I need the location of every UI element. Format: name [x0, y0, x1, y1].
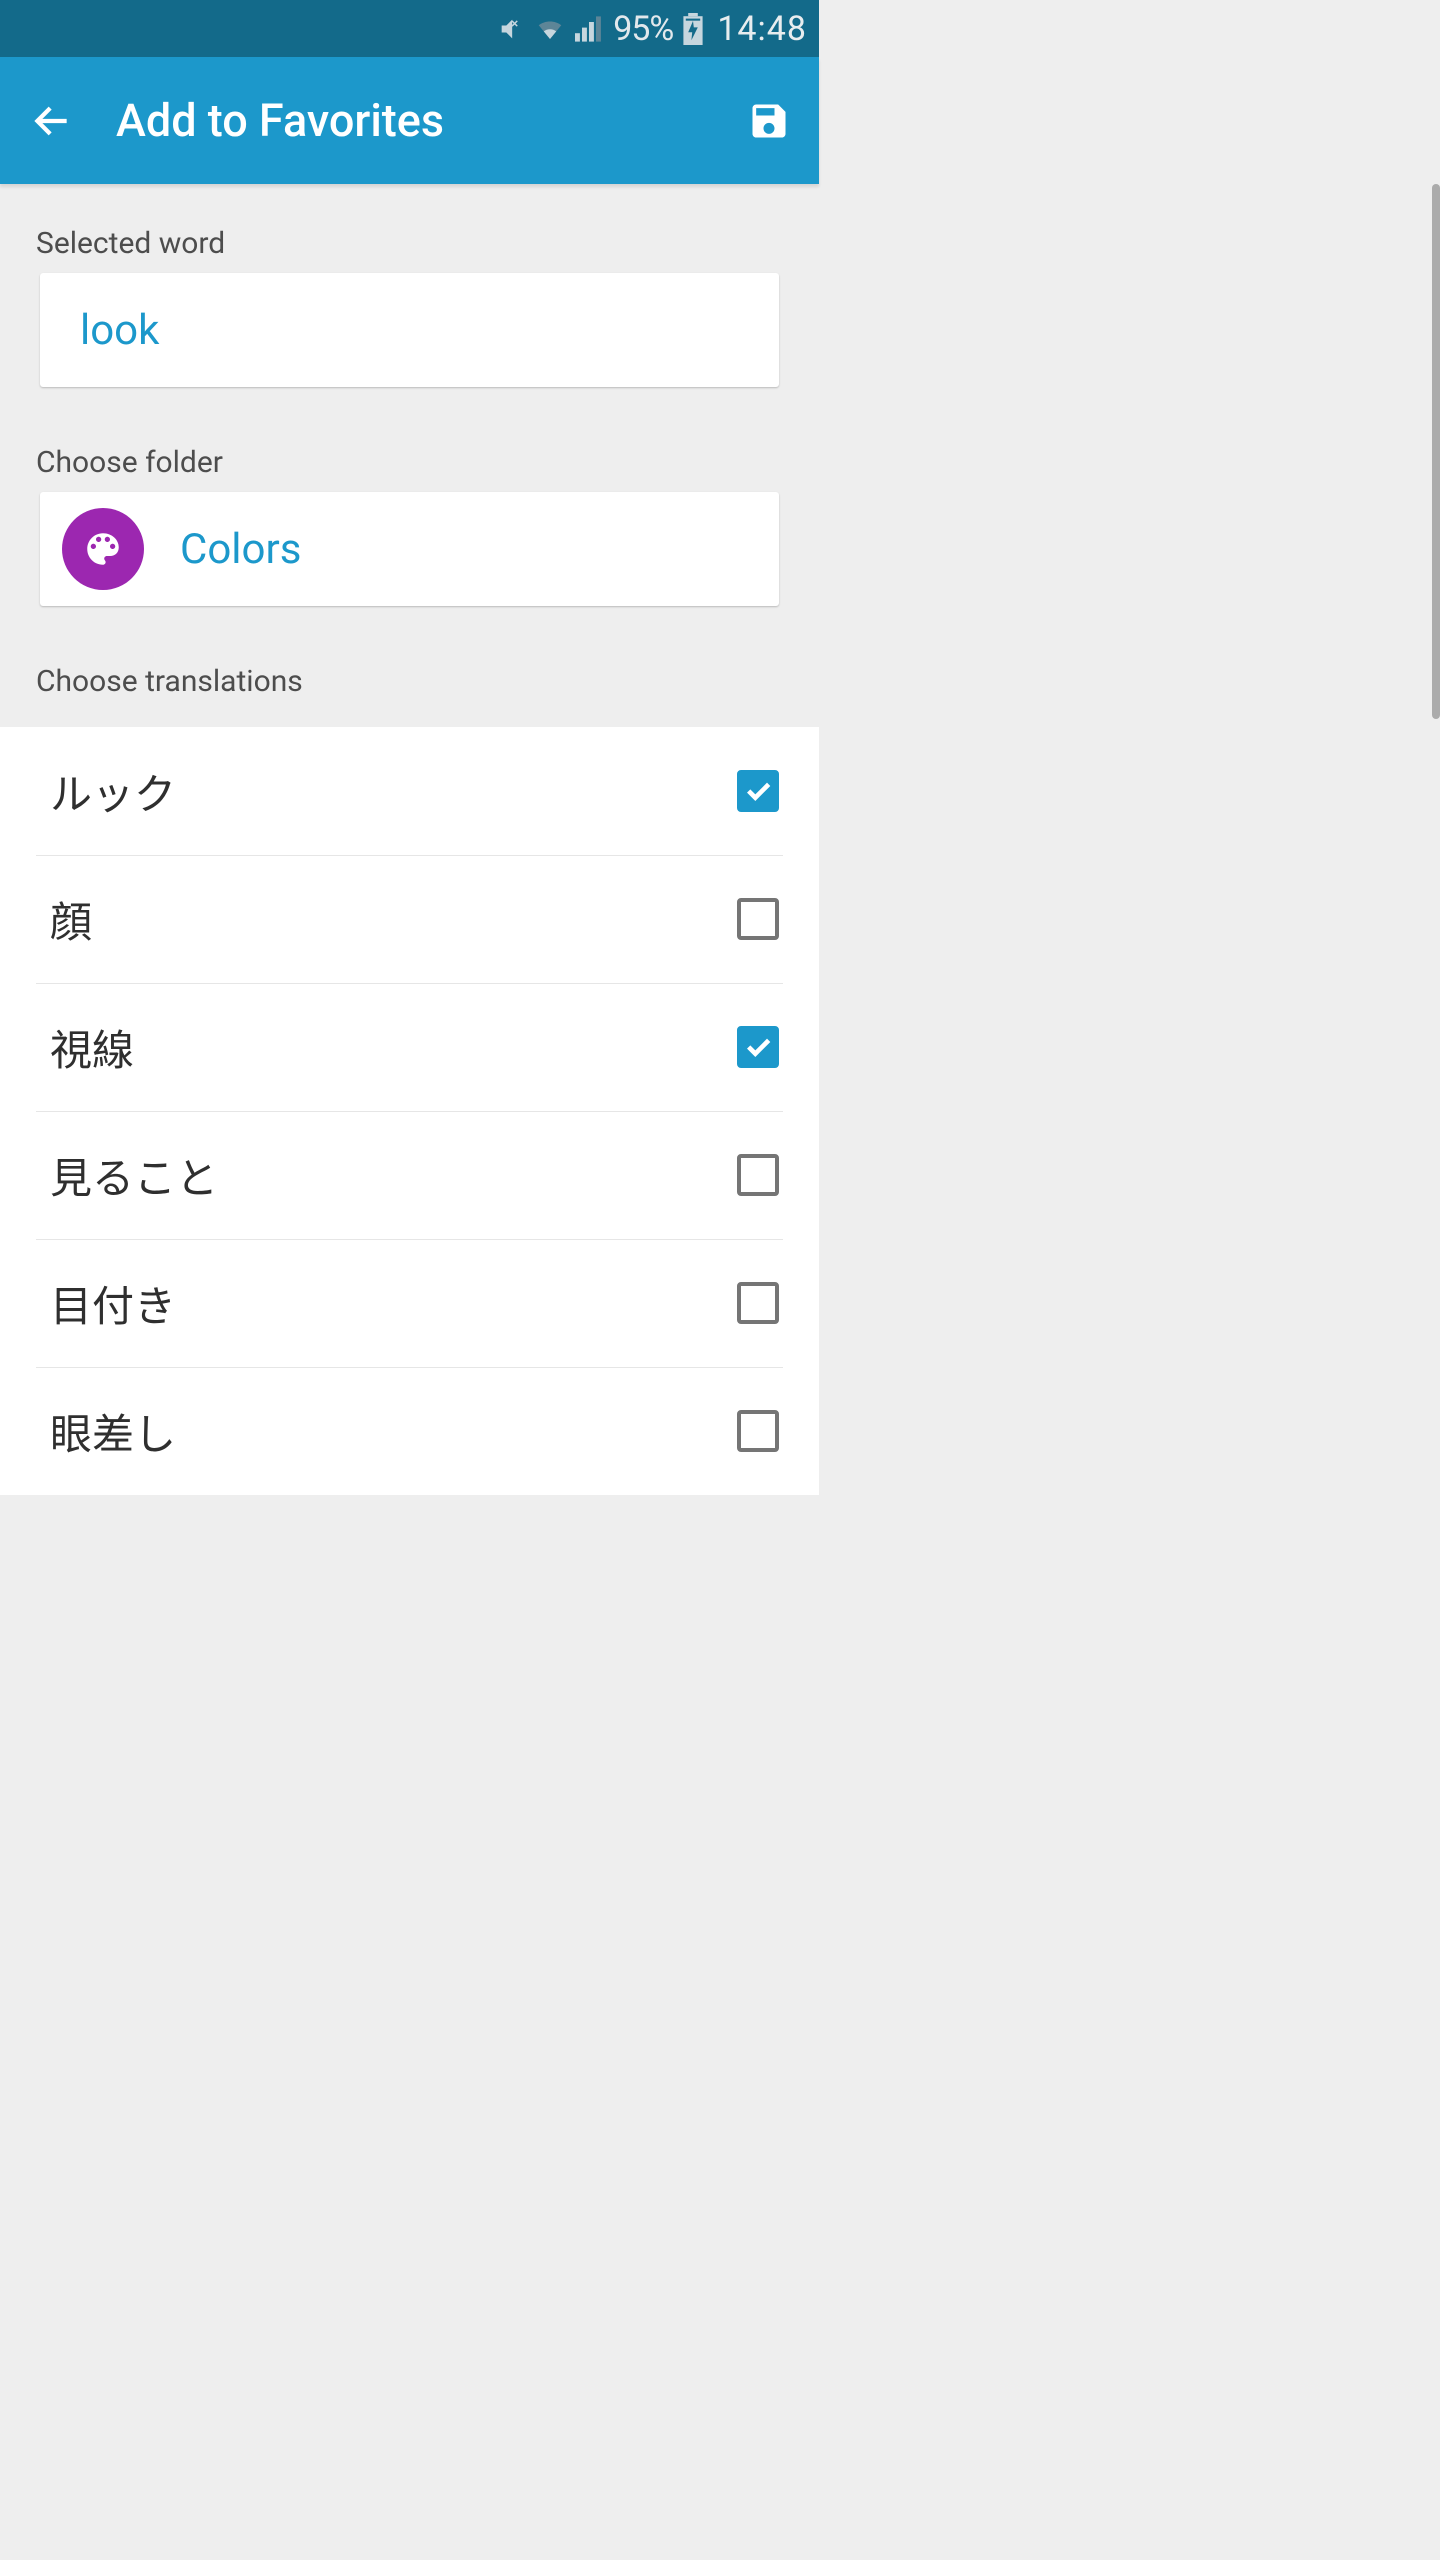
status-bar: 95% 14:48 — [0, 0, 819, 57]
translation-checkbox[interactable] — [737, 1282, 779, 1324]
translation-row[interactable]: 目付き — [0, 1239, 819, 1367]
translation-row[interactable]: 見ること — [0, 1111, 819, 1239]
translation-checkbox[interactable] — [737, 898, 779, 940]
app-bar: Add to Favorites — [0, 57, 819, 184]
choose-translations-label: Choose translations — [0, 606, 819, 727]
selected-word-value: look — [80, 306, 159, 355]
palette-icon — [62, 508, 144, 590]
scrollbar[interactable] — [1432, 184, 1440, 719]
translation-row[interactable]: 視線 — [0, 983, 819, 1111]
battery-percentage: 95% — [613, 9, 673, 49]
translation-row[interactable]: 眼差し — [0, 1367, 819, 1495]
selected-word-label: Selected word — [0, 184, 819, 273]
translation-text: 目付き — [50, 1273, 737, 1334]
translation-checkbox[interactable] — [737, 1026, 779, 1068]
folder-name: Colors — [180, 525, 301, 574]
folder-card[interactable]: Colors — [40, 492, 779, 606]
translations-list: ルック 顔 視線 見ること 目付き — [0, 727, 819, 1495]
signal-icon — [575, 16, 603, 42]
translation-row[interactable]: ルック — [0, 727, 819, 855]
page-title: Add to Favorites — [116, 94, 705, 147]
content: Selected word look Choose folder Colors … — [0, 184, 819, 1495]
translation-text: ルック — [50, 761, 737, 822]
status-icons: 95% 14:48 — [497, 9, 807, 49]
translation-checkbox[interactable] — [737, 1410, 779, 1452]
save-button[interactable] — [747, 99, 791, 143]
translation-text: 見ること — [50, 1145, 737, 1206]
translation-row[interactable]: 顔 — [0, 855, 819, 983]
translation-text: 顔 — [50, 889, 737, 950]
back-button[interactable] — [30, 99, 74, 143]
translation-checkbox[interactable] — [737, 770, 779, 812]
battery-charging-icon — [683, 13, 703, 45]
translation-text: 視線 — [50, 1017, 737, 1078]
translation-text: 眼差し — [50, 1401, 737, 1462]
selected-word-card[interactable]: look — [40, 273, 779, 387]
translation-checkbox[interactable] — [737, 1154, 779, 1196]
mute-icon — [497, 15, 525, 43]
choose-folder-label: Choose folder — [0, 387, 819, 492]
wifi-icon — [535, 16, 565, 42]
status-clock: 14:48 — [717, 9, 807, 49]
